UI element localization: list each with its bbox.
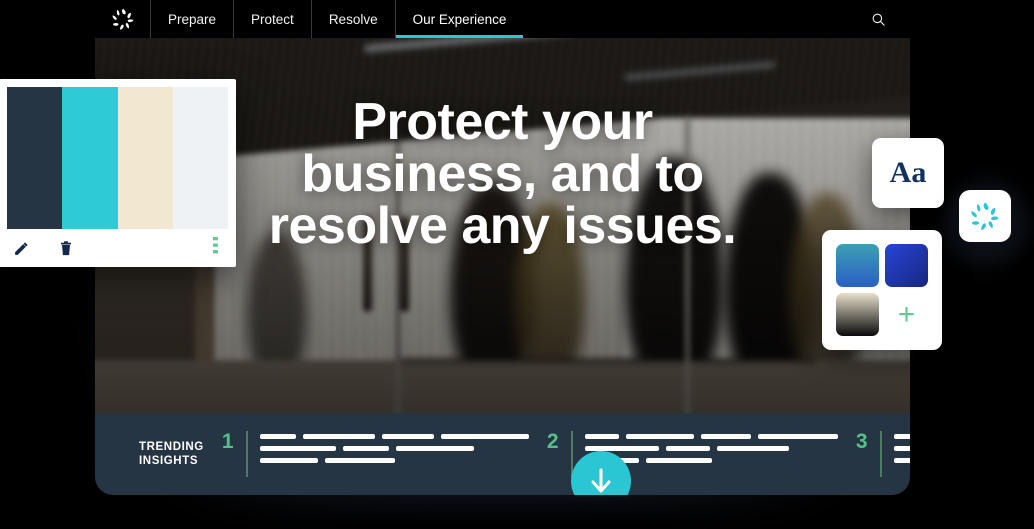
delete-palette-button[interactable]: [58, 240, 74, 257]
insight-placeholder-row: [893, 458, 910, 463]
aperture-logo-icon: [971, 202, 999, 230]
trending-insights-bar: TRENDING INSIGHTS 1 2 3: [95, 413, 910, 495]
insight-placeholder-bar: [625, 434, 694, 439]
insight-placeholder-bar: [395, 446, 474, 451]
palette-action-bar: [0, 229, 236, 267]
insight-placeholder-bar: [893, 446, 910, 451]
insight-placeholder-bar: [893, 458, 910, 463]
nav-item-resolve[interactable]: Resolve: [310, 0, 395, 38]
insight-placeholder-bar: [259, 434, 296, 439]
insight-placeholder-bar: [700, 434, 751, 439]
nav-label: Our Experience: [412, 11, 507, 27]
more-vertical-icon: [213, 236, 218, 253]
insight-number: 3: [855, 430, 868, 453]
insight-placeholder-bar: [259, 458, 318, 463]
insight-placeholder-row: [584, 446, 838, 451]
nav-item-protect[interactable]: Protect: [233, 0, 311, 38]
trash-icon: [61, 240, 71, 255]
trending-insights-label-line2: INSIGHTS: [139, 455, 199, 467]
insight-placeholder-bar: [757, 434, 838, 439]
pencil-icon: [15, 241, 28, 255]
insight-placeholder-bar: [584, 434, 619, 439]
palette-swatch-0[interactable]: [7, 87, 63, 229]
insight-placeholder-bar: [381, 434, 434, 439]
palette-swatch-3[interactable]: [172, 87, 228, 229]
insight-placeholder-bar: [302, 434, 375, 439]
insight-placeholder-bar: [440, 434, 529, 439]
edit-palette-button[interactable]: [13, 240, 30, 257]
insight-placeholder-lines: [584, 431, 838, 463]
gradient-swatch-card: +: [822, 230, 942, 350]
insight-placeholder-bar: [645, 458, 712, 463]
palette-swatch-2[interactable]: [117, 87, 173, 229]
insight-placeholder-bar: [893, 434, 910, 439]
nav-item-our-experience[interactable]: Our Experience: [394, 0, 524, 38]
insight-placeholder-bar: [665, 446, 710, 451]
insight-placeholder-row: [259, 434, 529, 439]
color-palette-card: [0, 79, 236, 267]
nav-label: Protect: [251, 11, 294, 27]
insight-number: 1: [221, 430, 234, 453]
search-icon: [872, 13, 885, 26]
insight-placeholder-bar: [342, 446, 389, 451]
insight-placeholder-row: [259, 446, 529, 451]
add-gradient-button[interactable]: +: [885, 293, 928, 336]
insight-placeholder-lines: [259, 431, 529, 463]
arrow-down-icon: [591, 468, 611, 493]
insight-item[interactable]: 3: [856, 431, 910, 477]
insight-placeholder-row: [893, 446, 910, 451]
insight-placeholder-bar: [259, 446, 336, 451]
insight-placeholder-bar: [324, 458, 395, 463]
palette-swatch-1[interactable]: [62, 87, 118, 229]
nav-label: Prepare: [168, 11, 217, 27]
typography-sample-text: Aa: [889, 156, 927, 189]
insight-placeholder-row: [893, 434, 910, 439]
insight-placeholder-bar: [716, 446, 789, 451]
insight-divider: [245, 431, 248, 477]
insight-number: 2: [546, 430, 559, 453]
search-button[interactable]: [871, 0, 910, 38]
insight-placeholder-row: [259, 458, 529, 463]
insight-divider: [879, 431, 882, 477]
insights-items: 1 2 3: [204, 431, 910, 477]
insight-item[interactable]: 1: [222, 431, 529, 477]
floating-brand-badge[interactable]: [959, 190, 1011, 242]
insight-placeholder-bar: [584, 446, 659, 451]
insight-placeholder-lines: [893, 431, 910, 463]
palette-more-options-button[interactable]: [213, 236, 218, 260]
typography-card[interactable]: Aa: [872, 138, 944, 208]
gradient-swatch-blue[interactable]: [885, 244, 928, 287]
gradient-swatch-cream-black[interactable]: [836, 293, 879, 336]
top-navigation-bar: Prepare Protect Resolve Our Experience: [95, 0, 910, 38]
brand-logo[interactable]: [95, 0, 150, 38]
trending-insights-label-line1: TRENDING: [139, 440, 204, 453]
palette-swatch-row: [7, 87, 228, 229]
insight-placeholder-row: [584, 434, 838, 439]
aperture-logo-icon: [112, 8, 133, 30]
trending-insights-label: TRENDING INSIGHTS: [139, 440, 204, 469]
gradient-swatch-teal-blue[interactable]: [836, 244, 879, 287]
nav-label: Resolve: [328, 11, 378, 27]
nav-item-prepare[interactable]: Prepare: [150, 0, 233, 38]
